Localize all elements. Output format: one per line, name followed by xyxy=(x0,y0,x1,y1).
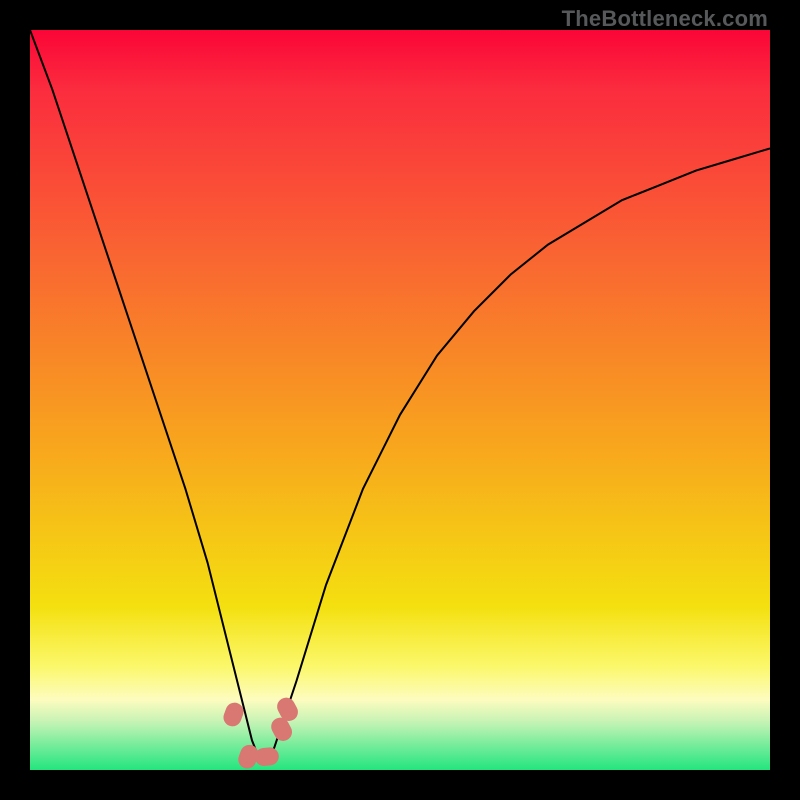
curve-marker xyxy=(254,747,279,767)
bottleneck-curve xyxy=(30,30,770,759)
chart-svg xyxy=(30,30,770,770)
watermark-text: TheBottleneck.com xyxy=(562,6,768,32)
chart-frame xyxy=(30,30,770,770)
curve-markers xyxy=(221,694,301,770)
